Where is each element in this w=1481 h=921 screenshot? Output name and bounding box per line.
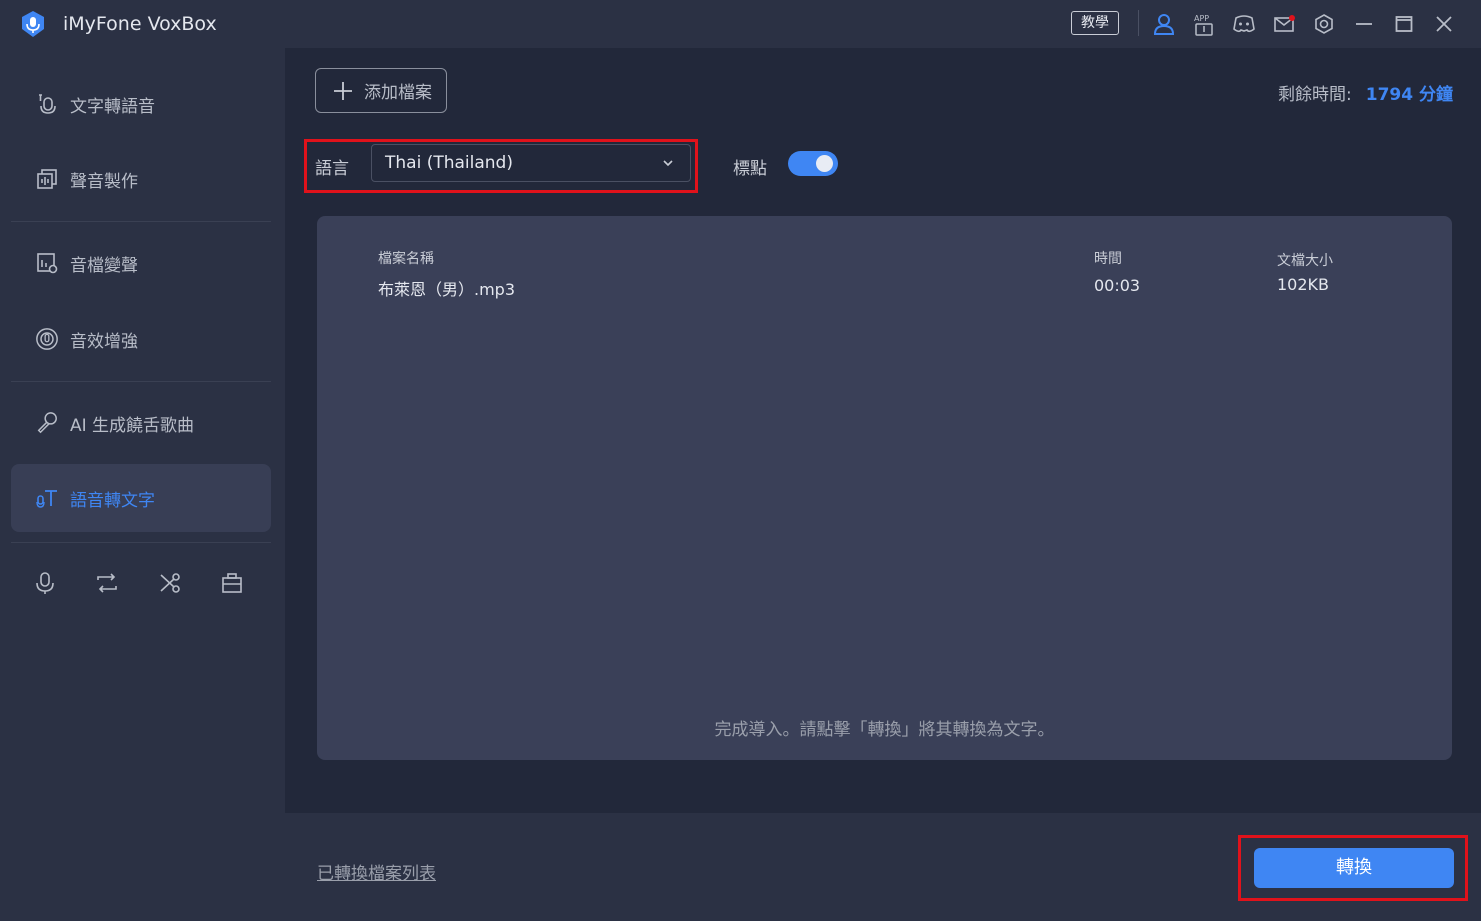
sidebar-item-ai-rap[interactable]: AI 生成饒舌歌曲 — [11, 389, 271, 457]
app-icon: APP — [1194, 14, 1213, 36]
main-content: 添加檔案 剩餘時間: 1794 分鐘 語言 Thai (Thailand) 標點 … — [285, 48, 1481, 813]
gear-icon — [1315, 14, 1333, 34]
speech-to-text-icon — [35, 486, 59, 510]
punctuation-toggle[interactable] — [788, 151, 838, 176]
file-size-cell: 102KB — [1277, 275, 1330, 294]
text-to-speech-icon — [35, 92, 59, 116]
chevron-down-icon — [663, 160, 673, 167]
mail-button[interactable] — [1271, 11, 1297, 37]
user-icon — [1153, 14, 1175, 35]
sidebar-item-label: 聲音製作 — [70, 171, 138, 192]
audio-enhance-icon — [35, 327, 59, 351]
cut-icon — [160, 573, 180, 593]
maximize-icon — [1395, 16, 1413, 32]
tool-record[interactable] — [32, 570, 58, 596]
minimize-button[interactable] — [1351, 11, 1377, 37]
voice-changer-icon — [35, 251, 59, 275]
plus-icon — [334, 81, 352, 100]
remaining-time-label: 剩餘時間: — [1278, 85, 1352, 105]
punctuation-label: 標點 — [733, 159, 767, 179]
sidebar-divider — [11, 221, 271, 222]
file-duration-cell: 00:03 — [1094, 276, 1141, 295]
title-bar: iMyFone VoxBox 教學 APP — [0, 0, 1481, 48]
language-select[interactable]: Thai (Thailand) — [371, 144, 691, 182]
sidebar-item-label: 音檔變聲 — [70, 255, 138, 276]
titlebar-divider — [1138, 10, 1139, 36]
convert-icon — [97, 573, 117, 593]
sidebar-item-voice-changer[interactable]: 音檔變聲 — [11, 229, 271, 297]
record-icon — [36, 572, 54, 594]
close-button[interactable] — [1431, 11, 1457, 37]
toolbox-icon — [222, 573, 242, 593]
tool-convert[interactable] — [94, 570, 120, 596]
language-label: 語言 — [315, 159, 349, 179]
import-hint: 完成導入。請點擊「轉換」將其轉換為文字。 — [714, 720, 1055, 740]
sidebar-divider — [11, 542, 271, 543]
sidebar-item-label: AI 生成饒舌歌曲 — [70, 415, 195, 436]
sidebar-divider — [11, 381, 271, 382]
sidebar-item-text-to-speech[interactable]: 文字轉語音 — [11, 70, 271, 138]
app-logo-icon — [22, 11, 44, 37]
app-window: iMyFone VoxBox 教學 APP 文字轉語音 聲音製作 音檔變聲 音效… — [0, 0, 1481, 921]
microphone-icon — [35, 411, 59, 435]
remaining-time-value: 1794 分鐘 — [1365, 85, 1453, 105]
app-download-button[interactable]: APP — [1191, 11, 1217, 37]
add-file-label: 添加檔案 — [364, 83, 432, 103]
file-list-panel: 檔案名稱 時間 文檔大小 布萊恩（男）.mp3 00:03 102KB 完成導入… — [317, 216, 1452, 760]
column-header-duration: 時間 — [1094, 251, 1122, 267]
tutorial-button[interactable]: 教學 — [1071, 11, 1119, 35]
sidebar: 文字轉語音 聲音製作 音檔變聲 音效增強 AI 生成饒舌歌曲 語音轉文字 — [0, 48, 285, 921]
file-name-cell: 布萊恩（男）.mp3 — [378, 280, 516, 299]
add-file-button[interactable]: 添加檔案 — [315, 68, 447, 113]
voice-clone-icon — [35, 167, 59, 191]
sidebar-item-label: 音效增強 — [70, 331, 138, 352]
discord-button[interactable] — [1231, 11, 1257, 37]
column-header-size: 文檔大小 — [1277, 253, 1333, 269]
close-icon — [1436, 16, 1452, 32]
footer-bar: 已轉換檔案列表 轉換 — [285, 813, 1481, 921]
column-header-name: 檔案名稱 — [378, 251, 434, 267]
settings-button[interactable] — [1311, 11, 1337, 37]
tool-cut[interactable] — [157, 570, 183, 596]
sidebar-item-label: 文字轉語音 — [70, 96, 155, 117]
sidebar-item-audio-enhance[interactable]: 音效增強 — [11, 305, 271, 373]
tool-toolbox[interactable] — [219, 570, 245, 596]
account-button[interactable] — [1151, 11, 1177, 37]
convert-button[interactable]: 轉換 — [1254, 848, 1454, 888]
converted-files-link[interactable]: 已轉換檔案列表 — [317, 859, 436, 884]
sidebar-item-speech-to-text[interactable]: 語音轉文字 — [11, 464, 271, 532]
toggle-knob — [816, 155, 833, 172]
language-select-value: Thai (Thailand) — [385, 153, 513, 173]
discord-icon — [1233, 15, 1255, 33]
maximize-button[interactable] — [1391, 11, 1417, 37]
minimize-icon — [1356, 23, 1372, 25]
remaining-time: 剩餘時間: 1794 分鐘 — [1278, 80, 1453, 105]
sidebar-item-voice-clone[interactable]: 聲音製作 — [11, 145, 271, 213]
app-title: iMyFone VoxBox — [63, 13, 217, 35]
mail-icon — [1274, 15, 1295, 32]
sidebar-item-label: 語音轉文字 — [70, 490, 155, 511]
svg-text:APP: APP — [1194, 14, 1209, 23]
